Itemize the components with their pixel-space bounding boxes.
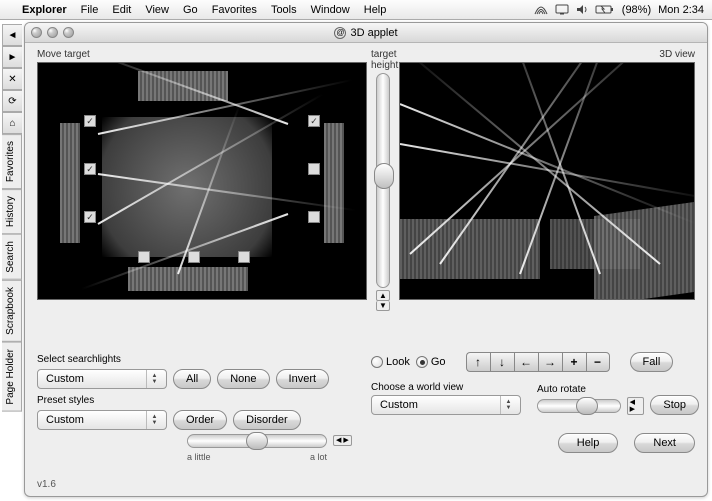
searchlights-select[interactable]: Custom ▲▼ (37, 369, 167, 389)
clock[interactable]: Mon 2:34 (658, 4, 704, 16)
menubar: Explorer File Edit View Go Favorites Too… (0, 0, 712, 20)
world-view-label: Choose a world view (371, 382, 521, 393)
help-button[interactable]: Help (558, 433, 619, 453)
app-menu[interactable]: Explorer (22, 4, 67, 16)
nav-up[interactable]: ↑ (466, 352, 490, 372)
light-toggle[interactable] (308, 211, 320, 223)
airport-icon[interactable] (534, 4, 548, 16)
forward-button[interactable]: ► (2, 46, 22, 68)
light-toggle[interactable] (138, 251, 150, 263)
back-button[interactable]: ◄ (2, 24, 22, 46)
browser-sidebar: ◄ ► ✕ ⟳ ⌂ Favorites History Search Scrap… (2, 24, 22, 411)
preset-select[interactable]: Custom ▲▼ (37, 410, 167, 430)
tab-favorites[interactable]: Favorites (2, 134, 22, 189)
target-height-label: target height (371, 49, 395, 71)
volume-icon[interactable] (576, 4, 588, 15)
nav-right[interactable]: → (538, 352, 562, 372)
version-label: v1.6 (37, 479, 56, 490)
zoom-button[interactable] (63, 27, 74, 38)
nav-zoom-in[interactable]: + (562, 352, 586, 372)
slider-max-label: a lot (310, 452, 327, 462)
order-amount-slider[interactable] (187, 434, 327, 448)
battery-icon[interactable] (595, 4, 615, 15)
menu-edit[interactable]: Edit (112, 4, 131, 16)
menu-file[interactable]: File (81, 4, 99, 16)
all-button[interactable]: All (173, 369, 211, 389)
searchlights-value: Custom (46, 373, 84, 385)
refresh-button[interactable]: ⟳ (2, 90, 22, 112)
close-button[interactable] (31, 27, 42, 38)
autorotate-stepper[interactable]: ◀ ▶ (627, 397, 645, 415)
menu-tools[interactable]: Tools (271, 4, 297, 16)
app-window: @3D applet Move target ✓ ✓ ✓ ✓ (24, 22, 708, 497)
slider-thumb[interactable] (374, 163, 394, 189)
titlebar[interactable]: @3D applet (25, 23, 707, 43)
light-toggle[interactable]: ✓ (308, 115, 320, 127)
move-target-viewport[interactable]: ✓ ✓ ✓ ✓ (37, 62, 367, 300)
fall-button[interactable]: Fall (630, 352, 674, 372)
slider-stepper[interactable]: ◀ ▶ (333, 435, 352, 446)
applet-icon: @ (334, 27, 346, 39)
disorder-button[interactable]: Disorder (233, 410, 301, 430)
display-icon[interactable] (555, 4, 569, 15)
light-toggle[interactable] (238, 251, 250, 263)
light-toggle[interactable] (188, 251, 200, 263)
next-button[interactable]: Next (634, 433, 695, 453)
tab-search[interactable]: Search (2, 234, 22, 280)
move-target-label: Move target (37, 49, 367, 60)
menu-window[interactable]: Window (311, 4, 350, 16)
look-radio[interactable]: Look (371, 356, 410, 368)
menu-help[interactable]: Help (364, 4, 387, 16)
tab-history[interactable]: History (2, 189, 22, 234)
menu-view[interactable]: View (145, 4, 169, 16)
menu-favorites[interactable]: Favorites (212, 4, 257, 16)
chevron-updown-icon: ▲▼ (146, 411, 162, 429)
chevron-updown-icon: ▲▼ (500, 396, 516, 414)
3d-viewport[interactable] (399, 62, 695, 300)
target-height-slider[interactable] (376, 73, 390, 288)
world-view-value: Custom (380, 399, 418, 411)
slider-min-label: a little (187, 452, 211, 462)
light-toggle[interactable]: ✓ (84, 163, 96, 175)
nav-down[interactable]: ↓ (490, 352, 514, 372)
go-radio[interactable]: Go (416, 356, 446, 368)
status-tray: (98%) Mon 2:34 (534, 4, 704, 16)
preset-styles-label: Preset styles (37, 395, 367, 406)
nav-zoom-out[interactable]: − (586, 352, 610, 372)
select-searchlights-label: Select searchlights (37, 354, 367, 365)
height-step-up[interactable]: ▲ (376, 290, 390, 301)
home-button[interactable]: ⌂ (2, 112, 22, 134)
stop-button[interactable]: ✕ (2, 68, 22, 90)
preset-value: Custom (46, 414, 84, 426)
stop-button[interactable]: Stop (650, 395, 699, 415)
autorotate-label: Auto rotate (537, 384, 644, 395)
3d-view-label: 3D view (399, 49, 695, 60)
world-view-select[interactable]: Custom ▲▼ (371, 395, 521, 415)
light-toggle[interactable] (308, 163, 320, 175)
menu-go[interactable]: Go (183, 4, 198, 16)
order-button[interactable]: Order (173, 410, 227, 430)
nav-left[interactable]: ← (514, 352, 538, 372)
slider-thumb[interactable] (576, 397, 598, 415)
tab-pageholder[interactable]: Page Holder (2, 342, 22, 412)
chevron-updown-icon: ▲▼ (146, 370, 162, 388)
invert-button[interactable]: Invert (276, 369, 330, 389)
tab-scrapbook[interactable]: Scrapbook (2, 280, 22, 342)
battery-percent: (98%) (622, 4, 651, 16)
none-button[interactable]: None (217, 369, 269, 389)
height-step-down[interactable]: ▼ (376, 301, 390, 311)
window-title: 3D applet (350, 27, 397, 39)
autorotate-slider[interactable] (537, 399, 621, 413)
minimize-button[interactable] (47, 27, 58, 38)
light-toggle[interactable]: ✓ (84, 211, 96, 223)
slider-thumb[interactable] (246, 432, 268, 450)
nav-pad: ↑ ↓ ← → + − (466, 352, 610, 372)
light-toggle[interactable]: ✓ (84, 115, 96, 127)
